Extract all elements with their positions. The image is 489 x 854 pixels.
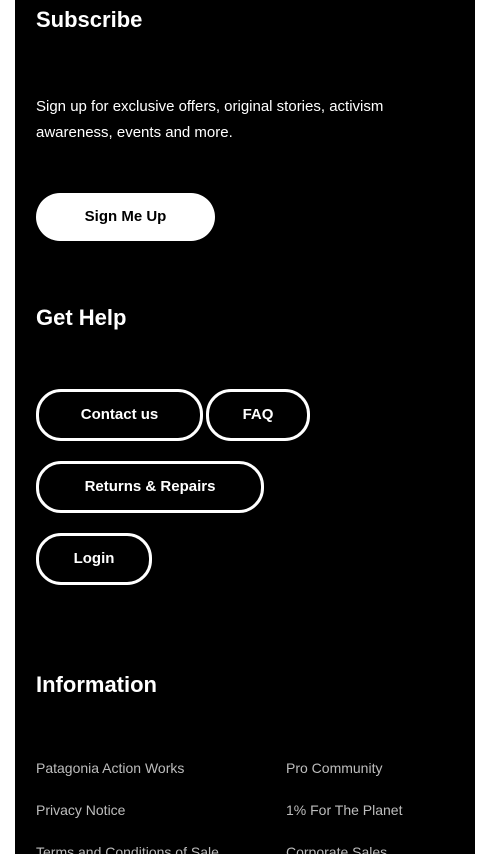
link-corporate-sales[interactable]: Corporate Sales (286, 844, 387, 854)
faq-button[interactable]: FAQ (206, 389, 310, 441)
sign-me-up-button[interactable]: Sign Me Up (36, 193, 215, 241)
link-patagonia-action-works[interactable]: Patagonia Action Works (36, 760, 184, 776)
link-one-percent-for-the-planet[interactable]: 1% For The Planet (286, 802, 402, 818)
returns-repairs-button[interactable]: Returns & Repairs (36, 461, 264, 513)
contact-us-button[interactable]: Contact us (36, 389, 203, 441)
login-button[interactable]: Login (36, 533, 152, 585)
information-heading: Information (36, 672, 157, 697)
link-privacy-notice[interactable]: Privacy Notice (36, 802, 125, 818)
subscribe-description: Sign up for exclusive offers, original s… (36, 98, 384, 141)
link-pro-community[interactable]: Pro Community (286, 760, 382, 776)
get-help-heading: Get Help (36, 305, 127, 330)
footer-panel: Subscribe Sign up for exclusive offers, … (15, 0, 475, 854)
subscribe-heading: Subscribe (36, 7, 143, 32)
link-terms-and-conditions-of-sale[interactable]: Terms and Conditions of Sale (36, 844, 219, 854)
